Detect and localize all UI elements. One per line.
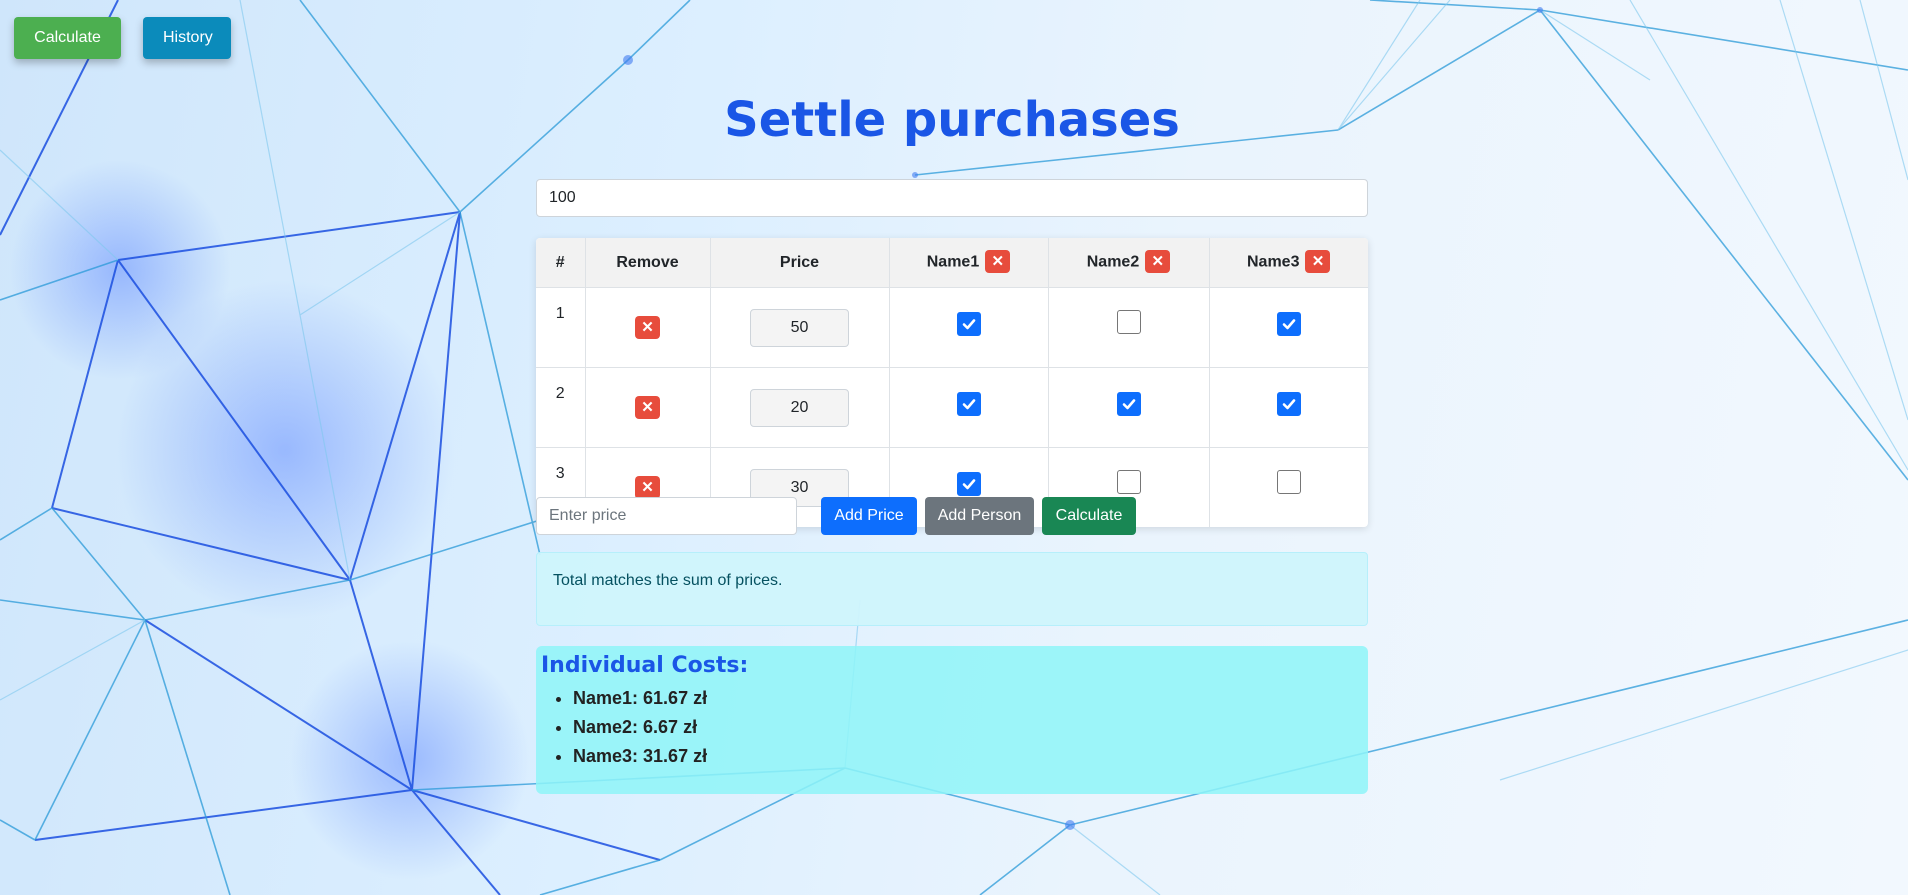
person-name-label: Name3	[1247, 253, 1300, 271]
share-cell	[889, 287, 1049, 368]
column-header-remove: Remove	[585, 238, 711, 288]
row-price-input[interactable]	[750, 308, 849, 347]
remove-row-button[interactable]: ✕	[635, 396, 660, 419]
top-navigation: Calculate History	[14, 17, 231, 59]
row-number: 1	[536, 287, 586, 368]
purchases-table: # Remove Price Name1 ✕ Name2 ✕ Name3 ✕ 1…	[536, 238, 1368, 527]
individual-costs-panel: Individual Costs: Name1: 61.67 zł Name2:…	[536, 646, 1368, 794]
row-number: 2	[536, 367, 586, 448]
column-header-person: Name3 ✕	[1209, 238, 1368, 288]
nav-calculate-button[interactable]: Calculate	[14, 17, 121, 59]
individual-costs-title: Individual Costs:	[541, 653, 749, 678]
remove-person-button[interactable]: ✕	[1145, 250, 1171, 273]
share-checkbox[interactable]	[956, 472, 981, 496]
share-checkbox[interactable]	[1276, 470, 1301, 494]
individual-costs-list: Name1: 61.67 zł Name2: 6.67 zł Name3: 31…	[541, 684, 1363, 771]
share-cell	[1048, 367, 1210, 448]
column-header-price: Price	[710, 238, 890, 288]
add-price-button[interactable]: Add Price	[821, 497, 917, 535]
share-checkbox[interactable]	[1276, 392, 1301, 416]
person-name-label: Name1	[926, 253, 980, 271]
table-row: 2 ✕	[536, 367, 1368, 448]
table-header-row: # Remove Price Name1 ✕ Name2 ✕ Name3 ✕	[536, 238, 1368, 288]
remove-row-button[interactable]: ✕	[635, 316, 660, 339]
new-price-input[interactable]	[536, 497, 797, 535]
share-cell	[889, 367, 1049, 448]
share-cell	[1209, 367, 1368, 448]
nav-history-button[interactable]: History	[143, 17, 231, 59]
share-checkbox[interactable]	[956, 312, 981, 336]
person-name-label: Name2	[1086, 253, 1140, 271]
list-item: Name3: 31.67 zł	[573, 742, 1363, 771]
row-price-input[interactable]	[750, 388, 849, 427]
calculate-button[interactable]: Calculate	[1042, 497, 1136, 535]
share-checkbox[interactable]	[1116, 392, 1141, 416]
page-title: Settle purchases	[724, 92, 1180, 148]
remove-person-button[interactable]: ✕	[985, 250, 1011, 273]
column-header-person: Name1 ✕	[889, 238, 1049, 288]
column-header-person: Name2 ✕	[1048, 238, 1210, 288]
share-checkbox[interactable]	[1116, 310, 1141, 334]
add-controls: Add Price Add Person Calculate	[536, 497, 1368, 535]
remove-cell: ✕	[585, 287, 711, 368]
status-alert: Total matches the sum of prices.	[536, 552, 1368, 626]
price-cell	[710, 287, 890, 368]
table-row: 1 ✕	[536, 287, 1368, 368]
remove-cell: ✕	[585, 367, 711, 448]
list-item: Name2: 6.67 zł	[573, 713, 1363, 742]
share-checkbox[interactable]	[1276, 312, 1301, 336]
share-cell	[1209, 287, 1368, 368]
price-cell	[710, 367, 890, 448]
share-checkbox[interactable]	[956, 392, 981, 416]
remove-person-button[interactable]: ✕	[1305, 250, 1331, 273]
purchases-table-wrapper: # Remove Price Name1 ✕ Name2 ✕ Name3 ✕ 1…	[536, 238, 1368, 527]
share-checkbox[interactable]	[1116, 470, 1141, 494]
remove-row-button[interactable]: ✕	[635, 476, 660, 499]
column-header-index: #	[536, 238, 586, 288]
total-amount-input[interactable]	[536, 179, 1368, 217]
share-cell	[1048, 287, 1210, 368]
list-item: Name1: 61.67 zł	[573, 684, 1363, 713]
add-person-button[interactable]: Add Person	[925, 497, 1034, 535]
status-message: Total matches the sum of prices.	[553, 572, 783, 589]
